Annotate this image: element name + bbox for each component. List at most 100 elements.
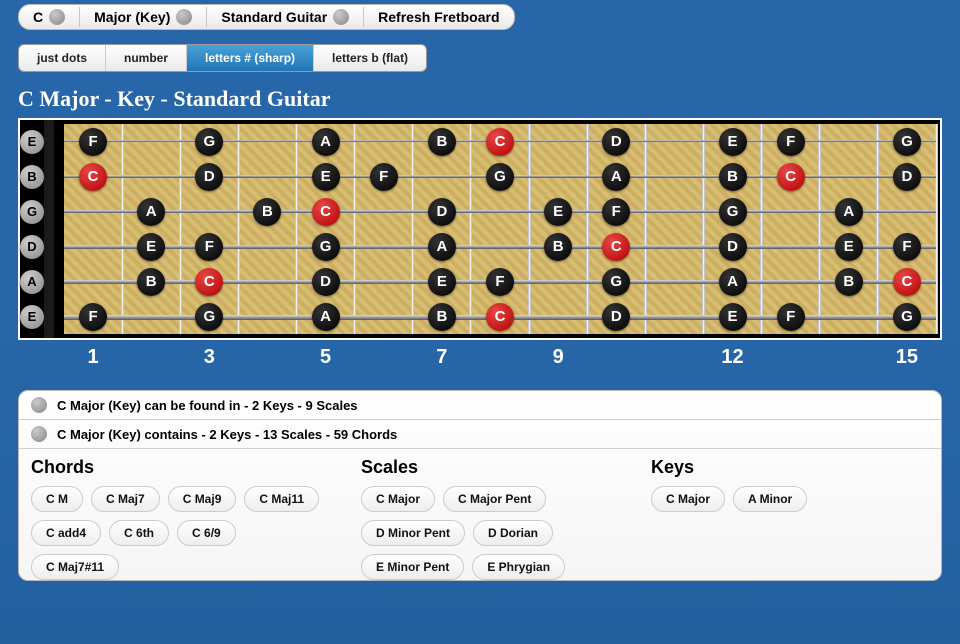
separator <box>79 7 80 27</box>
fret-note[interactable]: F <box>777 128 805 156</box>
scale-pill[interactable]: D Dorian <box>473 520 553 546</box>
note-selector[interactable]: C <box>25 7 73 27</box>
fret-note[interactable]: G <box>893 128 921 156</box>
tab-letters-flat[interactable]: letters b (flat) <box>314 45 426 71</box>
fret-note[interactable]: C <box>602 233 630 261</box>
found-in-row[interactable]: C Major (Key) can be found in - 2 Keys -… <box>19 391 941 420</box>
fret-note[interactable]: D <box>719 233 747 261</box>
key-pill[interactable]: A Minor <box>733 486 807 512</box>
fret-note[interactable]: A <box>428 233 456 261</box>
fret-note[interactable]: E <box>428 268 456 296</box>
fret-note[interactable]: E <box>312 163 340 191</box>
chord-pill[interactable]: C 6th <box>109 520 169 546</box>
fret-note[interactable]: C <box>486 303 514 331</box>
fret-note[interactable]: B <box>137 268 165 296</box>
fret-note[interactable]: G <box>195 303 223 331</box>
selection-toolbar: C Major (Key) Standard Guitar Refresh Fr… <box>18 4 515 30</box>
dropdown-dot-icon <box>49 9 65 25</box>
scale-pill[interactable]: C Major <box>361 486 435 512</box>
open-string-note: G <box>20 200 44 224</box>
fret-note[interactable]: A <box>602 163 630 191</box>
fret-note[interactable]: D <box>195 163 223 191</box>
fret-note[interactable]: E <box>835 233 863 261</box>
fret-note[interactable]: E <box>137 233 165 261</box>
fret-note[interactable]: A <box>312 128 340 156</box>
contains-row[interactable]: C Major (Key) contains - 2 Keys - 13 Sca… <box>19 420 941 449</box>
tab-just-dots[interactable]: just dots <box>19 45 106 71</box>
open-string-note: B <box>20 165 44 189</box>
fret-note[interactable]: C <box>79 163 107 191</box>
tab-letters-sharp[interactable]: letters # (sharp) <box>187 45 314 71</box>
keys-pill-row: C Major A Minor <box>651 486 807 512</box>
fret-note[interactable]: A <box>719 268 747 296</box>
chord-pill[interactable]: C add4 <box>31 520 101 546</box>
open-string-column: EBGDAE <box>20 120 44 338</box>
fret-note[interactable]: C <box>777 163 805 191</box>
fret-note[interactable]: G <box>195 128 223 156</box>
fret-number: 1 <box>88 346 99 369</box>
fret-note[interactable]: G <box>312 233 340 261</box>
fret-note[interactable]: B <box>253 198 281 226</box>
fret-note[interactable]: B <box>544 233 572 261</box>
scale-pill[interactable]: E Minor Pent <box>361 554 464 580</box>
fret-note[interactable]: F <box>486 268 514 296</box>
fret-number: 9 <box>553 346 564 369</box>
fret-note[interactable]: D <box>428 198 456 226</box>
fret-note[interactable]: B <box>428 303 456 331</box>
fret-number: 3 <box>204 346 215 369</box>
fret-note[interactable]: F <box>195 233 223 261</box>
fret-note[interactable]: D <box>893 163 921 191</box>
scale-pill[interactable]: E Phrygian <box>472 554 565 580</box>
fret-note[interactable]: D <box>602 128 630 156</box>
chord-pill[interactable]: C Maj7#11 <box>31 554 119 580</box>
chord-pill[interactable]: C Maj9 <box>168 486 237 512</box>
fret-number: 15 <box>896 346 918 369</box>
scale-pill[interactable]: D Minor Pent <box>361 520 465 546</box>
separator <box>363 7 364 27</box>
fret-note[interactable]: C <box>486 128 514 156</box>
fret-note[interactable]: E <box>719 128 747 156</box>
chord-pill[interactable]: C Maj11 <box>244 486 319 512</box>
scale-pill[interactable]: C Major Pent <box>443 486 546 512</box>
fret-note[interactable]: D <box>602 303 630 331</box>
fret-note[interactable]: D <box>312 268 340 296</box>
key-pill[interactable]: C Major <box>651 486 725 512</box>
fret-note[interactable]: B <box>719 163 747 191</box>
scales-heading: Scales <box>361 457 621 478</box>
fret-note[interactable]: F <box>777 303 805 331</box>
tab-number[interactable]: number <box>106 45 187 71</box>
fret-note[interactable]: A <box>137 198 165 226</box>
dropdown-dot-icon <box>176 9 192 25</box>
fret-number: 5 <box>320 346 331 369</box>
fret-note[interactable]: C <box>893 268 921 296</box>
fret-note[interactable]: F <box>602 198 630 226</box>
chord-pill[interactable]: C M <box>31 486 83 512</box>
fret-note[interactable]: G <box>719 198 747 226</box>
note-value: C <box>33 9 43 25</box>
fret-note[interactable]: F <box>79 303 107 331</box>
fret-note[interactable]: C <box>195 268 223 296</box>
refresh-button[interactable]: Refresh Fretboard <box>370 7 507 27</box>
chord-pill[interactable]: C Maj7 <box>91 486 160 512</box>
fret-note[interactable]: G <box>486 163 514 191</box>
fret-note[interactable]: F <box>893 233 921 261</box>
fret-note[interactable]: C <box>312 198 340 226</box>
fretboard[interactable]: FGABCDEFGCDEFGABCDABCDEFGAEFGABCDEFBCDEF… <box>64 124 936 334</box>
fret-note[interactable]: E <box>719 303 747 331</box>
scales-column: Scales C Major C Major Pent D Minor Pent D … <box>361 453 621 580</box>
instrument-selector[interactable]: Standard Guitar <box>213 7 357 27</box>
fret-note[interactable]: E <box>544 198 572 226</box>
fret-note[interactable]: F <box>79 128 107 156</box>
fret-note[interactable]: G <box>602 268 630 296</box>
fret-note[interactable]: A <box>312 303 340 331</box>
fret-note[interactable]: A <box>835 198 863 226</box>
scale-selector[interactable]: Major (Key) <box>86 7 200 27</box>
separator <box>206 7 207 27</box>
chord-pill[interactable]: C 6/9 <box>177 520 236 546</box>
fret-note[interactable]: B <box>835 268 863 296</box>
open-string-note: D <box>20 235 44 259</box>
fret-note[interactable]: B <box>428 128 456 156</box>
fret-number-row: 135791215 <box>18 346 942 372</box>
fret-note[interactable]: G <box>893 303 921 331</box>
fret-note[interactable]: F <box>370 163 398 191</box>
